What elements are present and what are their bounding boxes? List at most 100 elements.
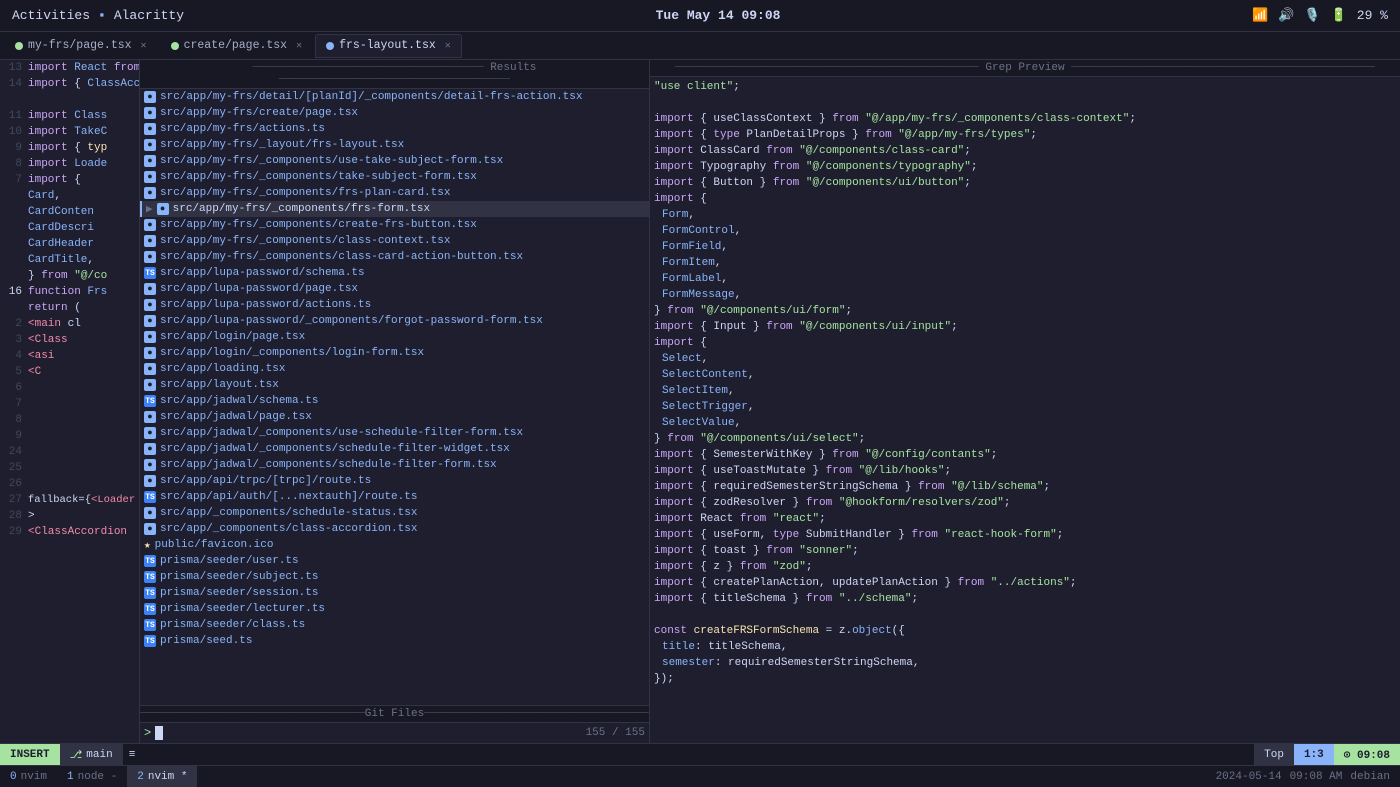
grep-line: import ClassCard from "@/components/clas… bbox=[654, 143, 1396, 159]
tmuxbar: 0 nvim 1 node - 2 nvim * 2024-05-14 09:0… bbox=[0, 765, 1400, 787]
tmux-time: 09:08 AM bbox=[1290, 771, 1343, 783]
grep-line: Select, bbox=[654, 351, 1396, 367]
code-line: 4 <asi bbox=[0, 348, 139, 364]
app-name: Alacritty bbox=[114, 8, 184, 23]
list-item[interactable]: TSprisma/seeder/class.ts bbox=[140, 617, 649, 633]
list-item[interactable]: ●src/app/my-frs/detail/[planId]/_compone… bbox=[140, 89, 649, 105]
grep-line: FormLabel, bbox=[654, 271, 1396, 287]
grep-line: SelectValue, bbox=[654, 415, 1396, 431]
git-count: 155 / 155 bbox=[586, 727, 645, 739]
tab-dot-2 bbox=[171, 42, 179, 50]
list-item[interactable]: ●src/app/loading.tsx bbox=[140, 361, 649, 377]
code-line: 26 bbox=[0, 476, 139, 492]
tab-close-2[interactable]: ✕ bbox=[296, 40, 302, 52]
list-item[interactable]: TSprisma/seed.ts bbox=[140, 633, 649, 649]
grep-line: SelectItem, bbox=[654, 383, 1396, 399]
status-branch: ⎇ main bbox=[60, 744, 123, 765]
activities-label[interactable]: Activities bbox=[12, 8, 90, 23]
battery-label: 29 % bbox=[1357, 8, 1388, 23]
code-line: 2 <main cl bbox=[0, 316, 139, 332]
list-item[interactable]: ●src/app/_components/schedule-status.tsx bbox=[140, 505, 649, 521]
code-line: 5 <C bbox=[0, 364, 139, 380]
list-item[interactable]: ●src/app/jadwal/_components/schedule-fil… bbox=[140, 457, 649, 473]
tmux-win-2[interactable]: 2 nvim * bbox=[127, 766, 197, 787]
code-line: 27 fallback={<Loader message="Memfilter … bbox=[0, 492, 139, 508]
tab-my-frs-page[interactable]: my-frs/page.tsx ✕ bbox=[4, 34, 158, 58]
tab-label-3: frs-layout.tsx bbox=[339, 39, 436, 52]
topbar-datetime: Tue May 14 09:08 bbox=[656, 8, 781, 23]
list-item[interactable]: TSsrc/app/jadwal/schema.ts bbox=[140, 393, 649, 409]
list-item[interactable]: ●src/app/my-frs/_components/class-contex… bbox=[140, 233, 649, 249]
list-item[interactable]: ●src/app/my-frs/actions.ts bbox=[140, 121, 649, 137]
list-item[interactable]: ●src/app/layout.tsx bbox=[140, 377, 649, 393]
results-list: ●src/app/my-frs/detail/[planId]/_compone… bbox=[140, 89, 649, 705]
grep-content[interactable]: "use client"; import { useClassContext }… bbox=[650, 77, 1400, 743]
tmux-date: 2024-05-14 bbox=[1216, 771, 1282, 783]
list-item-selected[interactable]: ▶●src/app/my-frs/_components/frs-form.ts… bbox=[140, 201, 649, 217]
tab-close-1[interactable]: ✕ bbox=[141, 40, 147, 52]
list-item[interactable]: ●src/app/login/_components/login-form.ts… bbox=[140, 345, 649, 361]
list-item[interactable]: ●src/app/my-frs/_components/take-subject… bbox=[140, 169, 649, 185]
grep-line: import { titleSchema } from "../schema"; bbox=[654, 591, 1396, 607]
tmux-win-1[interactable]: 1 node - bbox=[57, 766, 127, 787]
editor-pane: 13import React from 'react'; 14import { … bbox=[0, 60, 140, 743]
grep-line: import { useForm, type SubmitHandler } f… bbox=[654, 527, 1396, 543]
list-item[interactable]: ★public/favicon.ico bbox=[140, 537, 649, 553]
list-item[interactable]: ●src/app/api/trpc/[trpc]/route.ts bbox=[140, 473, 649, 489]
list-item[interactable]: ●src/app/lupa-password/actions.ts bbox=[140, 297, 649, 313]
grep-line: import { useClassContext } from "@/app/m… bbox=[654, 111, 1396, 127]
list-item[interactable]: TSprisma/seeder/lecturer.ts bbox=[140, 601, 649, 617]
grep-line: import { Input } from "@/components/ui/i… bbox=[654, 319, 1396, 335]
tab-frs-layout[interactable]: frs-layout.tsx ✕ bbox=[315, 34, 462, 58]
grep-line: import { z } from "zod"; bbox=[654, 559, 1396, 575]
list-item[interactable]: ●src/app/my-frs/_components/class-card-a… bbox=[140, 249, 649, 265]
results-header: ─────────────────────────────────── Resu… bbox=[140, 60, 649, 89]
branch-name: main bbox=[86, 749, 112, 761]
status-right: Top 1:3 ⊙ 09:08 bbox=[1254, 744, 1400, 765]
branch-icon: ⎇ bbox=[70, 748, 83, 762]
grep-line: import { bbox=[654, 335, 1396, 351]
code-line: 9import { typ bbox=[0, 140, 139, 156]
list-item[interactable]: ●src/app/jadwal/_components/use-schedule… bbox=[140, 425, 649, 441]
list-item[interactable]: TSprisma/seeder/subject.ts bbox=[140, 569, 649, 585]
tmux-host: debian bbox=[1350, 771, 1390, 783]
grep-line: semester: requiredSemesterStringSchema, bbox=[654, 655, 1396, 671]
list-item[interactable]: ●src/app/my-frs/_layout/frs-layout.tsx bbox=[140, 137, 649, 153]
grep-line: const createFRSFormSchema = z.object({ bbox=[654, 623, 1396, 639]
git-files-header: ────────────────────────────────── Git F… bbox=[140, 705, 649, 723]
list-item[interactable]: TSsrc/app/api/auth/[...nextauth]/route.t… bbox=[140, 489, 649, 505]
code-line: 8 bbox=[0, 412, 139, 428]
list-item[interactable]: ●src/app/my-frs/_components/create-frs-b… bbox=[140, 217, 649, 233]
grep-line: } from "@/components/ui/select"; bbox=[654, 431, 1396, 447]
list-item[interactable]: ●src/app/my-frs/_components/frs-plan-car… bbox=[140, 185, 649, 201]
code-line: 28 > bbox=[0, 508, 139, 524]
code-line: 7import { bbox=[0, 172, 139, 188]
list-item[interactable]: ●src/app/my-frs/create/page.tsx bbox=[140, 105, 649, 121]
list-item[interactable]: ●src/app/my-frs/_components/use-take-sub… bbox=[140, 153, 649, 169]
grep-line: import { bbox=[654, 191, 1396, 207]
list-item[interactable]: ●src/app/lupa-password/_components/forgo… bbox=[140, 313, 649, 329]
code-line: CardTitle, bbox=[0, 252, 139, 268]
list-item[interactable]: TSprisma/seeder/session.ts bbox=[140, 585, 649, 601]
code-line: 25 bbox=[0, 460, 139, 476]
code-line bbox=[0, 92, 139, 108]
grep-line: FormItem, bbox=[654, 255, 1396, 271]
grep-line: import { createPlanAction, updatePlanAct… bbox=[654, 575, 1396, 591]
code-line: CardConten bbox=[0, 204, 139, 220]
grep-line: FormField, bbox=[654, 239, 1396, 255]
list-item[interactable]: ●src/app/login/page.tsx bbox=[140, 329, 649, 345]
code-editor[interactable]: 13import React from 'react'; 14import { … bbox=[0, 60, 139, 743]
list-item[interactable]: ●src/app/lupa-password/page.tsx bbox=[140, 281, 649, 297]
list-item[interactable]: ●src/app/jadwal/_components/schedule-fil… bbox=[140, 441, 649, 457]
list-item[interactable]: TSprisma/seeder/user.ts bbox=[140, 553, 649, 569]
grep-line: } from "@/components/ui/form"; bbox=[654, 303, 1396, 319]
tab-close-3[interactable]: ✕ bbox=[445, 40, 451, 52]
code-line: 9 bbox=[0, 428, 139, 444]
tmux-win-label-1: node - bbox=[78, 771, 118, 783]
tmux-win-0[interactable]: 0 nvim bbox=[0, 766, 57, 787]
list-item[interactable]: ●src/app/_components/class-accordion.tsx bbox=[140, 521, 649, 537]
tab-create-page[interactable]: create/page.tsx ✕ bbox=[160, 34, 314, 58]
list-item[interactable]: ●src/app/jadwal/page.tsx bbox=[140, 409, 649, 425]
status-list-icon: ≡ bbox=[123, 749, 142, 761]
list-item[interactable]: TSsrc/app/lupa-password/schema.ts bbox=[140, 265, 649, 281]
